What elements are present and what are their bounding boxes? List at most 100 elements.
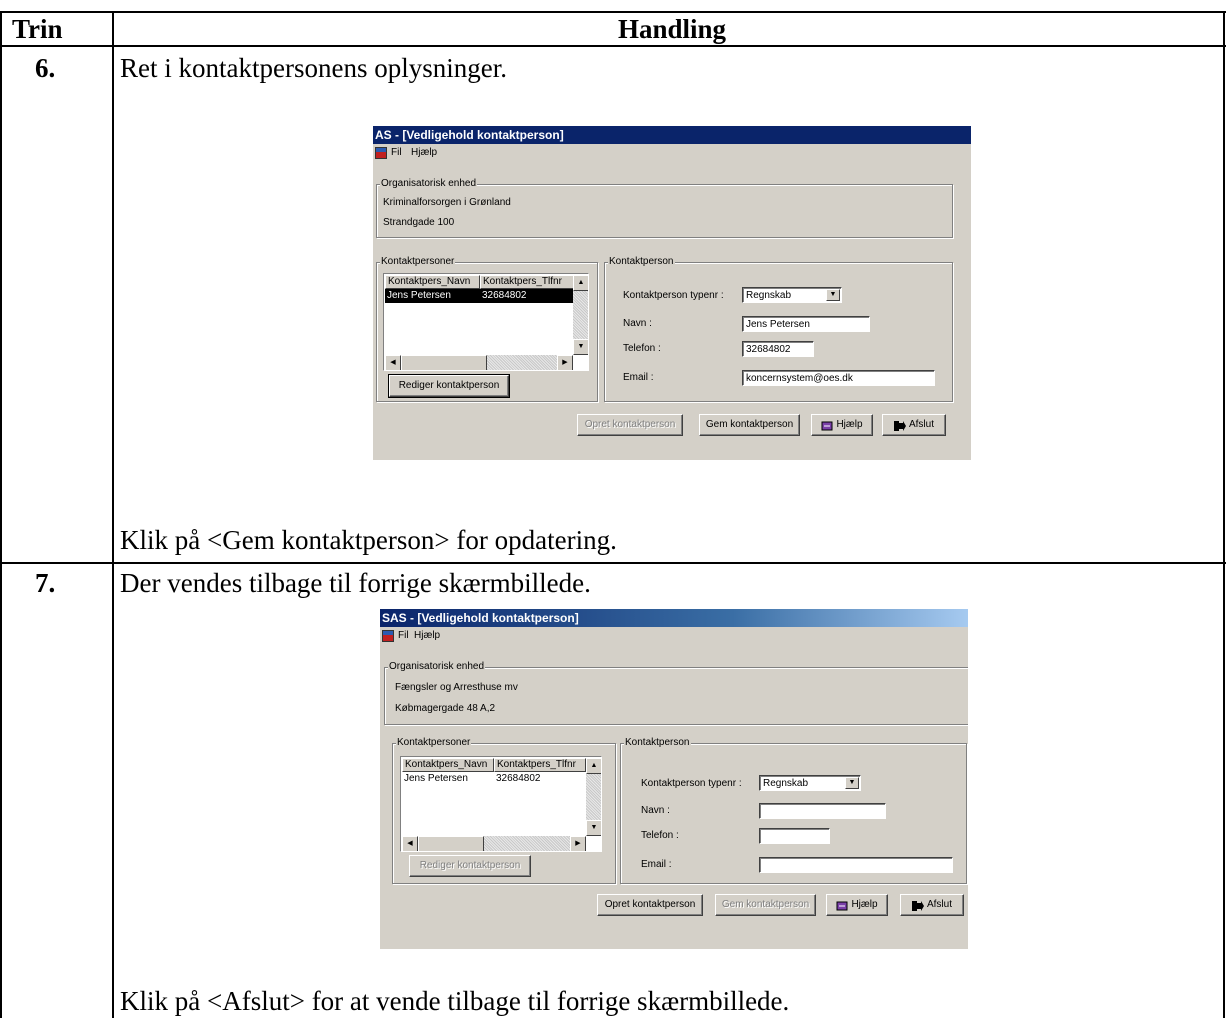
menu-hjaelp[interactable]: Hjælp — [414, 627, 440, 644]
type-select[interactable]: Regnskab ▼ — [759, 775, 861, 791]
org-name: Fængsler og Arresthuse mv — [395, 682, 518, 693]
row-divider — [0, 562, 1226, 564]
step-instruction: Klik på <Gem kontaktperson> for opdateri… — [120, 525, 617, 555]
column-header-name[interactable]: Kontaktpers_Navn — [402, 758, 494, 772]
scroll-left-icon[interactable]: ◀ — [385, 355, 401, 370]
contacts-list[interactable]: Kontaktpers_Navn Kontaktpers_Tlfnr Jens … — [400, 756, 602, 852]
org-name: Kriminalforsorgen i Grønland — [383, 197, 511, 208]
type-label: Kontaktperson typenr : — [641, 778, 742, 789]
group-label: Kontaktperson — [624, 737, 691, 749]
contacts-group: Kontaktpersoner Kontaktpers_Navn Kontakt… — [392, 737, 616, 884]
menu-bar: Fil Hjælp — [380, 627, 968, 644]
create-contact-button[interactable]: Opret kontaktperson — [597, 894, 703, 916]
cell-name: Jens Petersen — [387, 290, 451, 301]
contact-group: Kontaktperson Kontaktperson typenr : Reg… — [620, 737, 967, 884]
menu-fil[interactable]: Fil — [398, 627, 409, 644]
column-header-phone[interactable]: Kontaktpers_Tlfnr — [480, 275, 574, 289]
book-icon — [821, 419, 833, 431]
help-button[interactable]: Hjælp — [811, 414, 873, 436]
column-header-name[interactable]: Kontaktpers_Navn — [385, 275, 480, 289]
org-unit-group: Organisatorisk enhed Kriminalforsorgen i… — [376, 178, 953, 238]
name-field[interactable]: Jens Petersen — [742, 316, 870, 332]
step-instruction: Der vendes tilbage til forrige skærmbill… — [120, 568, 591, 598]
type-select[interactable]: Regnskab ▼ — [742, 287, 842, 303]
create-contact-button[interactable]: Opret kontaktperson — [577, 414, 683, 436]
group-label: Organisatorisk enhed — [380, 178, 478, 190]
cell-name: Jens Petersen — [404, 773, 468, 784]
edit-contact-button[interactable]: Rediger kontaktperson — [409, 855, 531, 877]
name-label: Navn : — [641, 805, 670, 816]
step-instruction: Klik på <Afslut> for at vende tilbage ti… — [120, 986, 790, 1016]
scroll-up-icon[interactable]: ▲ — [573, 275, 588, 291]
step-number: 6. — [35, 53, 56, 83]
book-icon — [836, 899, 848, 911]
horizontal-scrollbar[interactable]: ◀ ▶ — [385, 355, 573, 370]
org-address: Strandgade 100 — [383, 217, 455, 228]
email-label: Email : — [641, 859, 672, 870]
scroll-left-icon[interactable]: ◀ — [402, 836, 418, 851]
header-step: Trin — [12, 14, 63, 44]
window-title: AS - [Vedligehold kontaktperson] — [373, 126, 971, 144]
table-row[interactable]: Jens Petersen 32684802 — [402, 772, 586, 786]
exit-button[interactable]: Afslut — [882, 414, 946, 436]
org-address: Købmagergade 48 A,2 — [395, 703, 496, 714]
scroll-thumb[interactable] — [418, 836, 484, 851]
email-label: Email : — [623, 372, 654, 383]
table-top-border — [0, 11, 1226, 13]
table-row[interactable]: Jens Petersen 32684802 — [385, 289, 573, 303]
group-label: Organisatorisk enhed — [388, 661, 486, 673]
edit-contact-button[interactable]: Rediger kontaktperson — [388, 374, 510, 398]
scroll-down-icon[interactable]: ▼ — [586, 820, 601, 836]
phone-label: Telefon : — [623, 343, 661, 354]
scroll-down-icon[interactable]: ▼ — [573, 339, 588, 355]
vertical-scrollbar[interactable]: ▲ ▼ — [586, 758, 601, 836]
org-unit-group: Organisatorisk enhed Fængsler og Arresth… — [384, 661, 968, 725]
scroll-right-icon[interactable]: ▶ — [557, 355, 573, 370]
phone-field[interactable] — [759, 828, 830, 844]
help-button[interactable]: Hjælp — [826, 894, 888, 916]
chevron-down-icon[interactable]: ▼ — [845, 777, 859, 789]
cell-phone: 32684802 — [496, 773, 541, 784]
contact-group: Kontaktperson Kontaktperson typenr : Reg… — [604, 256, 953, 402]
scroll-up-icon[interactable]: ▲ — [586, 758, 601, 774]
exit-button[interactable]: Afslut — [900, 894, 964, 916]
group-label: Kontaktpersoner — [380, 256, 456, 268]
menu-hjaelp[interactable]: Hjælp — [411, 144, 437, 161]
contacts-group: Kontaktpersoner Kontaktpers_Navn Kontakt… — [376, 256, 598, 402]
save-contact-button[interactable]: Gem kontaktperson — [715, 894, 816, 916]
column-divider — [112, 11, 114, 1018]
cell-phone: 32684802 — [482, 290, 527, 301]
name-label: Navn : — [623, 318, 652, 329]
horizontal-scrollbar[interactable]: ◀ ▶ — [402, 836, 586, 851]
email-field[interactable]: koncernsystem@oes.dk — [742, 370, 935, 386]
vertical-scrollbar[interactable]: ▲ ▼ — [573, 275, 588, 355]
table-right-border — [1223, 11, 1225, 1018]
app-icon — [382, 630, 394, 642]
phone-field[interactable]: 32684802 — [742, 341, 814, 357]
scroll-right-icon[interactable]: ▶ — [570, 836, 586, 851]
header-action: Handling — [618, 14, 727, 44]
chevron-down-icon[interactable]: ▼ — [826, 289, 840, 301]
window-title: SAS - [Vedligehold kontaktperson] — [380, 609, 968, 627]
column-header-phone[interactable]: Kontaktpers_Tlfnr — [494, 758, 586, 772]
email-field[interactable] — [759, 857, 953, 873]
menu-bar: Fil Hjælp — [373, 144, 971, 161]
name-field[interactable] — [759, 803, 886, 819]
step-number: 7. — [35, 568, 56, 598]
group-label: Kontaktpersoner — [396, 737, 472, 749]
scroll-thumb[interactable] — [401, 355, 487, 370]
screenshot-window-2: SAS - [Vedligehold kontaktperson] Fil Hj… — [380, 609, 968, 949]
screenshot-window-1: AS - [Vedligehold kontaktperson] Fil Hjæ… — [373, 126, 971, 460]
group-label: Kontaktperson — [608, 256, 675, 268]
exit-icon — [911, 899, 924, 912]
phone-label: Telefon : — [641, 830, 679, 841]
type-label: Kontaktperson typenr : — [623, 290, 724, 301]
menu-fil[interactable]: Fil — [391, 144, 402, 161]
app-icon — [375, 147, 387, 159]
step-instruction: Ret i kontaktpersonens oplysninger. — [120, 53, 507, 83]
contacts-list[interactable]: Kontaktpers_Navn Kontaktpers_Tlfnr Jens … — [383, 273, 589, 371]
save-contact-button[interactable]: Gem kontaktperson — [699, 414, 800, 436]
header-divider — [0, 45, 1226, 47]
table-left-border — [0, 11, 2, 1018]
exit-icon — [893, 419, 906, 432]
